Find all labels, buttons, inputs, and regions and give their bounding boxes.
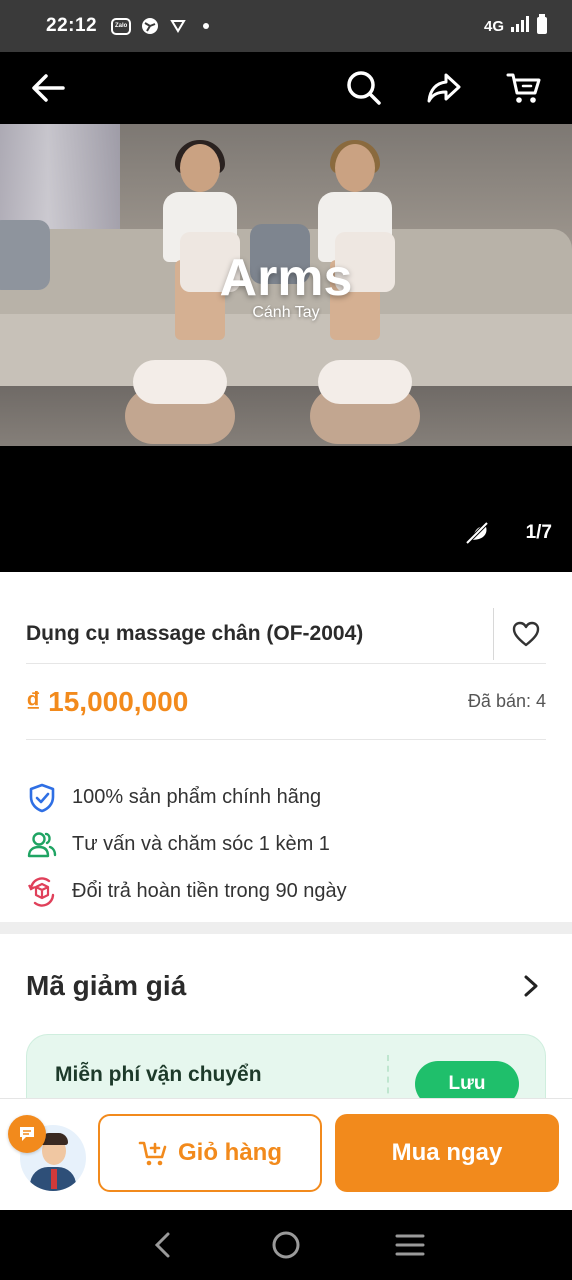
- favorite-button[interactable]: [506, 614, 546, 654]
- sold-count: Đã bán: 4: [467, 691, 546, 711]
- image-overlay-title: Arms: [219, 249, 353, 307]
- coupon-title: Miễn phí vận chuyển: [55, 1063, 262, 1086]
- coupon-heading: Mã giảm giá: [26, 970, 187, 1001]
- feature-item: Đổi trả hoàn tiền trong 90 ngày: [26, 868, 546, 915]
- foot-massager-left: [125, 354, 235, 444]
- product-media[interactable]: Arms Cánh Tay 1/7: [0, 52, 572, 572]
- back-arrow-icon: [32, 74, 65, 102]
- nav-back-button[interactable]: [142, 1225, 182, 1265]
- sofa-seat-decor: [0, 314, 572, 394]
- back-button[interactable]: [28, 68, 68, 108]
- add-to-cart-label: Giỏ hàng: [178, 1139, 282, 1166]
- share-button[interactable]: [424, 68, 464, 108]
- title-row: Dụng cụ massage chân (OF-2004): [26, 604, 546, 664]
- head-shape: [180, 144, 220, 192]
- feature-text: Đổi trả hoàn tiền trong 90 ngày: [72, 880, 347, 902]
- feature-list: 100% sản phẩm chính hãng Tư vấn và chăm …: [26, 774, 546, 915]
- product-image[interactable]: Arms Cánh Tay: [0, 124, 572, 446]
- title-divider: [493, 607, 494, 660]
- feature-text: 100% sản phẩm chính hãng: [72, 786, 322, 808]
- product-price: ₫ 15,000,000: [26, 685, 189, 717]
- search-icon: [347, 71, 381, 105]
- buy-now-button[interactable]: Mua ngay: [335, 1114, 559, 1192]
- section-divider: [0, 922, 572, 934]
- share-icon: [427, 73, 461, 103]
- zalo-icon: Zalo: [111, 17, 132, 35]
- mute-icon: [465, 521, 489, 545]
- head-shape: [335, 144, 375, 192]
- nav-menu-icon: [395, 1234, 425, 1256]
- add-to-cart-button[interactable]: Giỏ hàng: [98, 1114, 322, 1192]
- nav-recents-button[interactable]: [390, 1225, 430, 1265]
- chat-icon: [20, 1127, 34, 1141]
- status-time: 22:12: [46, 15, 98, 36]
- floor-decor: [0, 386, 572, 446]
- media-toolbar: [0, 52, 572, 124]
- image-counter: 1/7: [525, 522, 552, 543]
- product-page: 22:12 Zalo 4G Arms Cánh Tay 1/7 Dụng cụ …: [0, 0, 572, 1280]
- cart-plus-icon: [138, 1141, 167, 1166]
- cart-icon: [506, 73, 541, 103]
- price-row: ₫ 15,000,000 Đã bán: 4: [26, 664, 546, 740]
- image-overlay-subtitle: Cánh Tay: [252, 304, 320, 321]
- chevron-right-icon[interactable]: [516, 971, 546, 1001]
- bottom-action-bar: Giỏ hàng Mua ngay: [0, 1098, 572, 1210]
- vpn-icon: [141, 17, 159, 35]
- signal-icon: [510, 16, 530, 36]
- shield-check-icon: [26, 782, 58, 814]
- search-button[interactable]: [344, 68, 384, 108]
- status-bar: 22:12 Zalo 4G: [0, 0, 572, 52]
- mute-button[interactable]: [462, 518, 492, 548]
- coupon-header[interactable]: Mã giảm giá: [26, 956, 546, 1016]
- product-title: Dụng cụ massage chân (OF-2004): [26, 621, 364, 645]
- feature-text: Tư vấn và chăm sóc 1 kèm 1: [72, 833, 330, 855]
- massager-top: [318, 360, 412, 404]
- data-saver-icon: [169, 17, 187, 35]
- massager-top: [133, 360, 227, 404]
- network-type: 4G: [483, 17, 504, 35]
- media-toolbar-actions: [344, 68, 544, 108]
- battery-icon: [536, 14, 548, 38]
- foot-massager-right: [310, 354, 420, 444]
- nav-back-icon: [154, 1232, 170, 1258]
- cart-button[interactable]: [504, 68, 544, 108]
- users-icon: [26, 829, 58, 861]
- feature-item: 100% sản phẩm chính hãng: [26, 774, 546, 821]
- system-nav-bar: [0, 1210, 572, 1280]
- nav-home-icon: [272, 1231, 300, 1259]
- notification-icons: Zalo: [111, 17, 215, 35]
- avatar-tie: [51, 1169, 57, 1189]
- heart-icon: [512, 621, 540, 646]
- status-right: 4G: [484, 14, 548, 38]
- feature-item: Tư vấn và chăm sóc 1 kèm 1: [26, 821, 546, 868]
- nav-home-button[interactable]: [266, 1225, 306, 1265]
- dot-icon: [197, 17, 215, 35]
- chat-button[interactable]: [8, 1115, 46, 1153]
- return-box-icon: [26, 876, 58, 908]
